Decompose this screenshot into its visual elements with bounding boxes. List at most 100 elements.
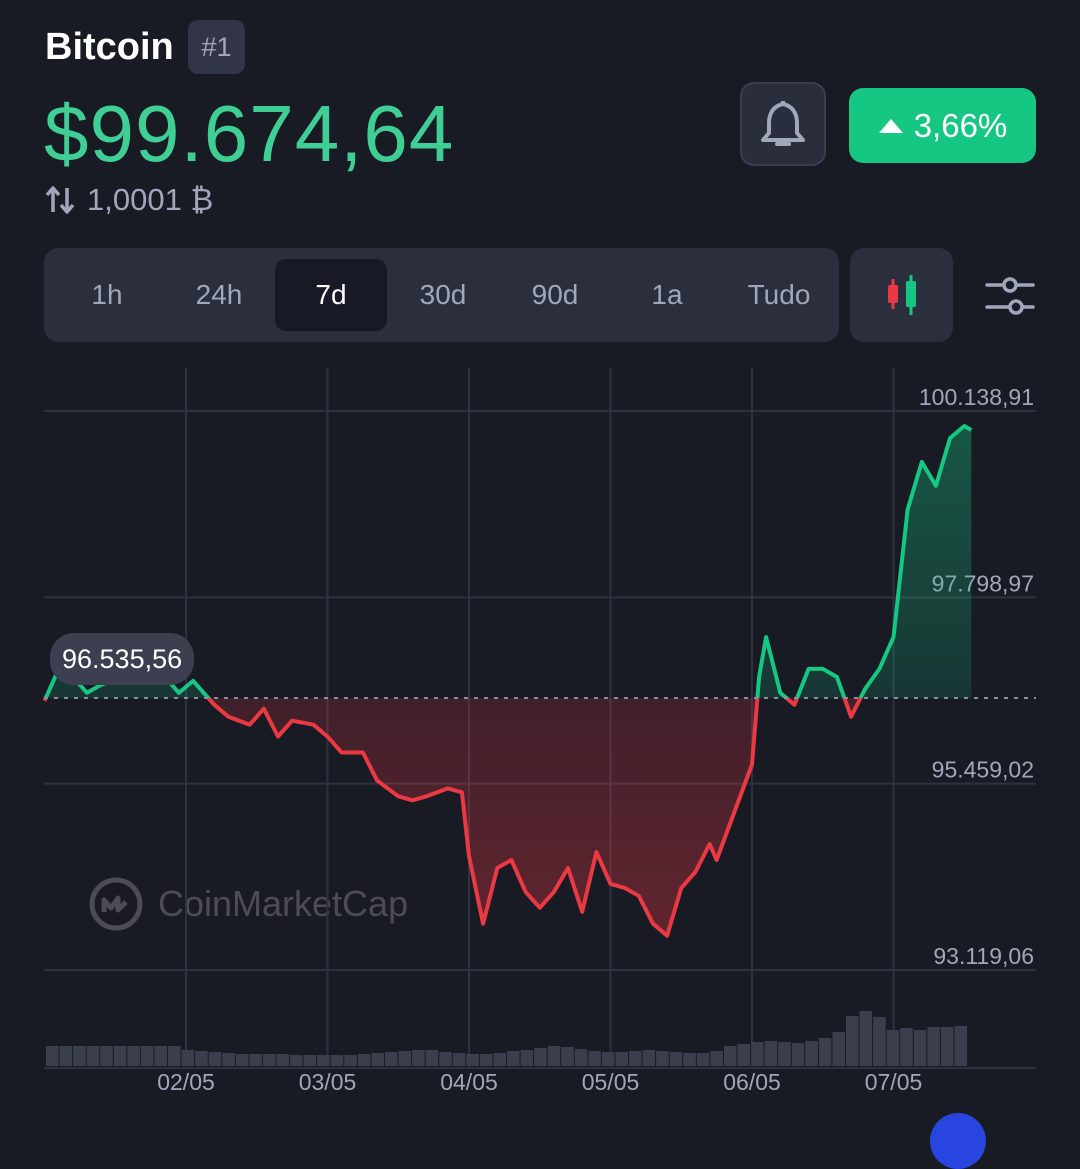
volume-bar [398,1051,412,1066]
volume-bar [534,1048,547,1066]
volume-bar [100,1046,113,1066]
x-tick-label: 06/05 [723,1069,781,1095]
price-change-badge: 3,66% [849,88,1036,163]
volume-bar [696,1053,710,1066]
volume-bar [669,1052,683,1066]
time-range-selector: 1h 24h 7d 30d 90d 1a Tudo [44,248,839,342]
volume-bar [384,1052,398,1066]
bell-icon [761,100,805,146]
volume-bar [276,1054,290,1066]
volume-bar [425,1050,439,1066]
volume-bar [805,1041,818,1066]
volume-bar [710,1051,723,1066]
volume-bar [195,1051,208,1066]
volume-bar [629,1051,642,1066]
volume-bar [371,1053,384,1066]
volume-bar [113,1046,127,1066]
volume-bar [845,1016,859,1066]
candlestick-icon [887,275,916,315]
x-tick-label: 04/05 [440,1069,498,1095]
price-change-value: 3,66% [913,106,1008,144]
chart-settings-button[interactable] [982,268,1038,324]
y-tick-label: 100.138,91 [919,384,1034,410]
range-7d[interactable]: 7d [275,259,387,331]
btc-conversion-value: 1,0001 ₿ [87,182,214,217]
volume-bar [520,1050,534,1066]
volume-bar [330,1055,344,1066]
volume-bar [317,1055,330,1066]
volume-bar [615,1052,629,1066]
volume-bar [412,1050,425,1066]
volume-bar [547,1046,561,1066]
volume-bar [886,1030,900,1066]
volume-bar [140,1046,154,1066]
volume-bar [73,1046,86,1066]
volume-bar [262,1054,276,1066]
volume-bar [59,1046,73,1066]
volume-bar [507,1051,520,1066]
range-tudo[interactable]: Tudo [723,259,835,331]
volume-bar [832,1032,845,1066]
volume-bar [46,1046,59,1066]
y-tick-label: 95.459,02 [932,757,1034,783]
volume-bar [235,1054,249,1066]
volume-bar [737,1044,751,1066]
btc-conversion: 1,0001 ₿ [45,182,213,218]
volume-bar [208,1052,222,1066]
volume-bar [656,1051,669,1066]
x-tick-label: 07/05 [865,1069,923,1095]
volume-bar [859,1011,873,1066]
volume-bar [574,1049,588,1066]
volume-bar [452,1053,466,1066]
chart-type-button[interactable] [850,248,953,342]
x-tick-label: 05/05 [582,1069,640,1095]
volume-bar [873,1017,886,1066]
range-90d[interactable]: 90d [499,259,611,331]
volume-bar [683,1053,696,1066]
floating-action-button[interactable] [930,1113,986,1169]
caret-up-icon [878,118,903,133]
volume-bar [940,1027,954,1066]
volume-bar [913,1030,927,1066]
volume-bar [222,1053,235,1066]
range-1a[interactable]: 1a [611,259,723,331]
volume-bar [588,1051,601,1066]
volume-bar [154,1046,168,1066]
volume-bar [439,1052,452,1066]
x-tick-label: 03/05 [299,1069,357,1095]
volume-bar [818,1038,832,1066]
range-30d[interactable]: 30d [387,259,499,331]
swap-arrows-icon [45,186,75,214]
volume-bar [723,1046,737,1066]
volume-bar [778,1042,791,1066]
baseline-price-label: 96.535,56 [50,633,195,685]
price-alert-button[interactable] [740,82,826,166]
range-1h[interactable]: 1h [51,259,163,331]
volume-bar [290,1055,303,1066]
y-tick-label: 93.119,06 [933,943,1034,969]
price-chart[interactable]: 100.138,9197.798,9795.459,0293.119,0602/… [0,360,1080,1100]
volume-bar [751,1042,764,1066]
volume-bar [642,1050,656,1066]
volume-bar [86,1046,100,1066]
volume-bar [601,1052,615,1066]
volume-bar [181,1050,195,1066]
sliders-icon [985,277,1035,315]
volume-bar [344,1055,357,1066]
coin-name: Bitcoin [45,26,174,68]
volume-bar [357,1054,371,1066]
volume-bar [168,1046,181,1066]
current-price: $99.674,64 [44,89,455,178]
volume-bar [954,1026,967,1066]
volume-bar [303,1055,317,1066]
volume-bar [479,1054,493,1066]
volume-bar [466,1054,479,1066]
x-tick-label: 02/05 [157,1069,215,1095]
volume-bar [127,1046,140,1066]
volume-bar [791,1043,805,1066]
rank-badge: #1 [188,20,245,74]
range-24h[interactable]: 24h [163,259,275,331]
volume-bar [764,1041,778,1066]
volume-bar [493,1053,506,1066]
volume-bar [249,1054,262,1066]
